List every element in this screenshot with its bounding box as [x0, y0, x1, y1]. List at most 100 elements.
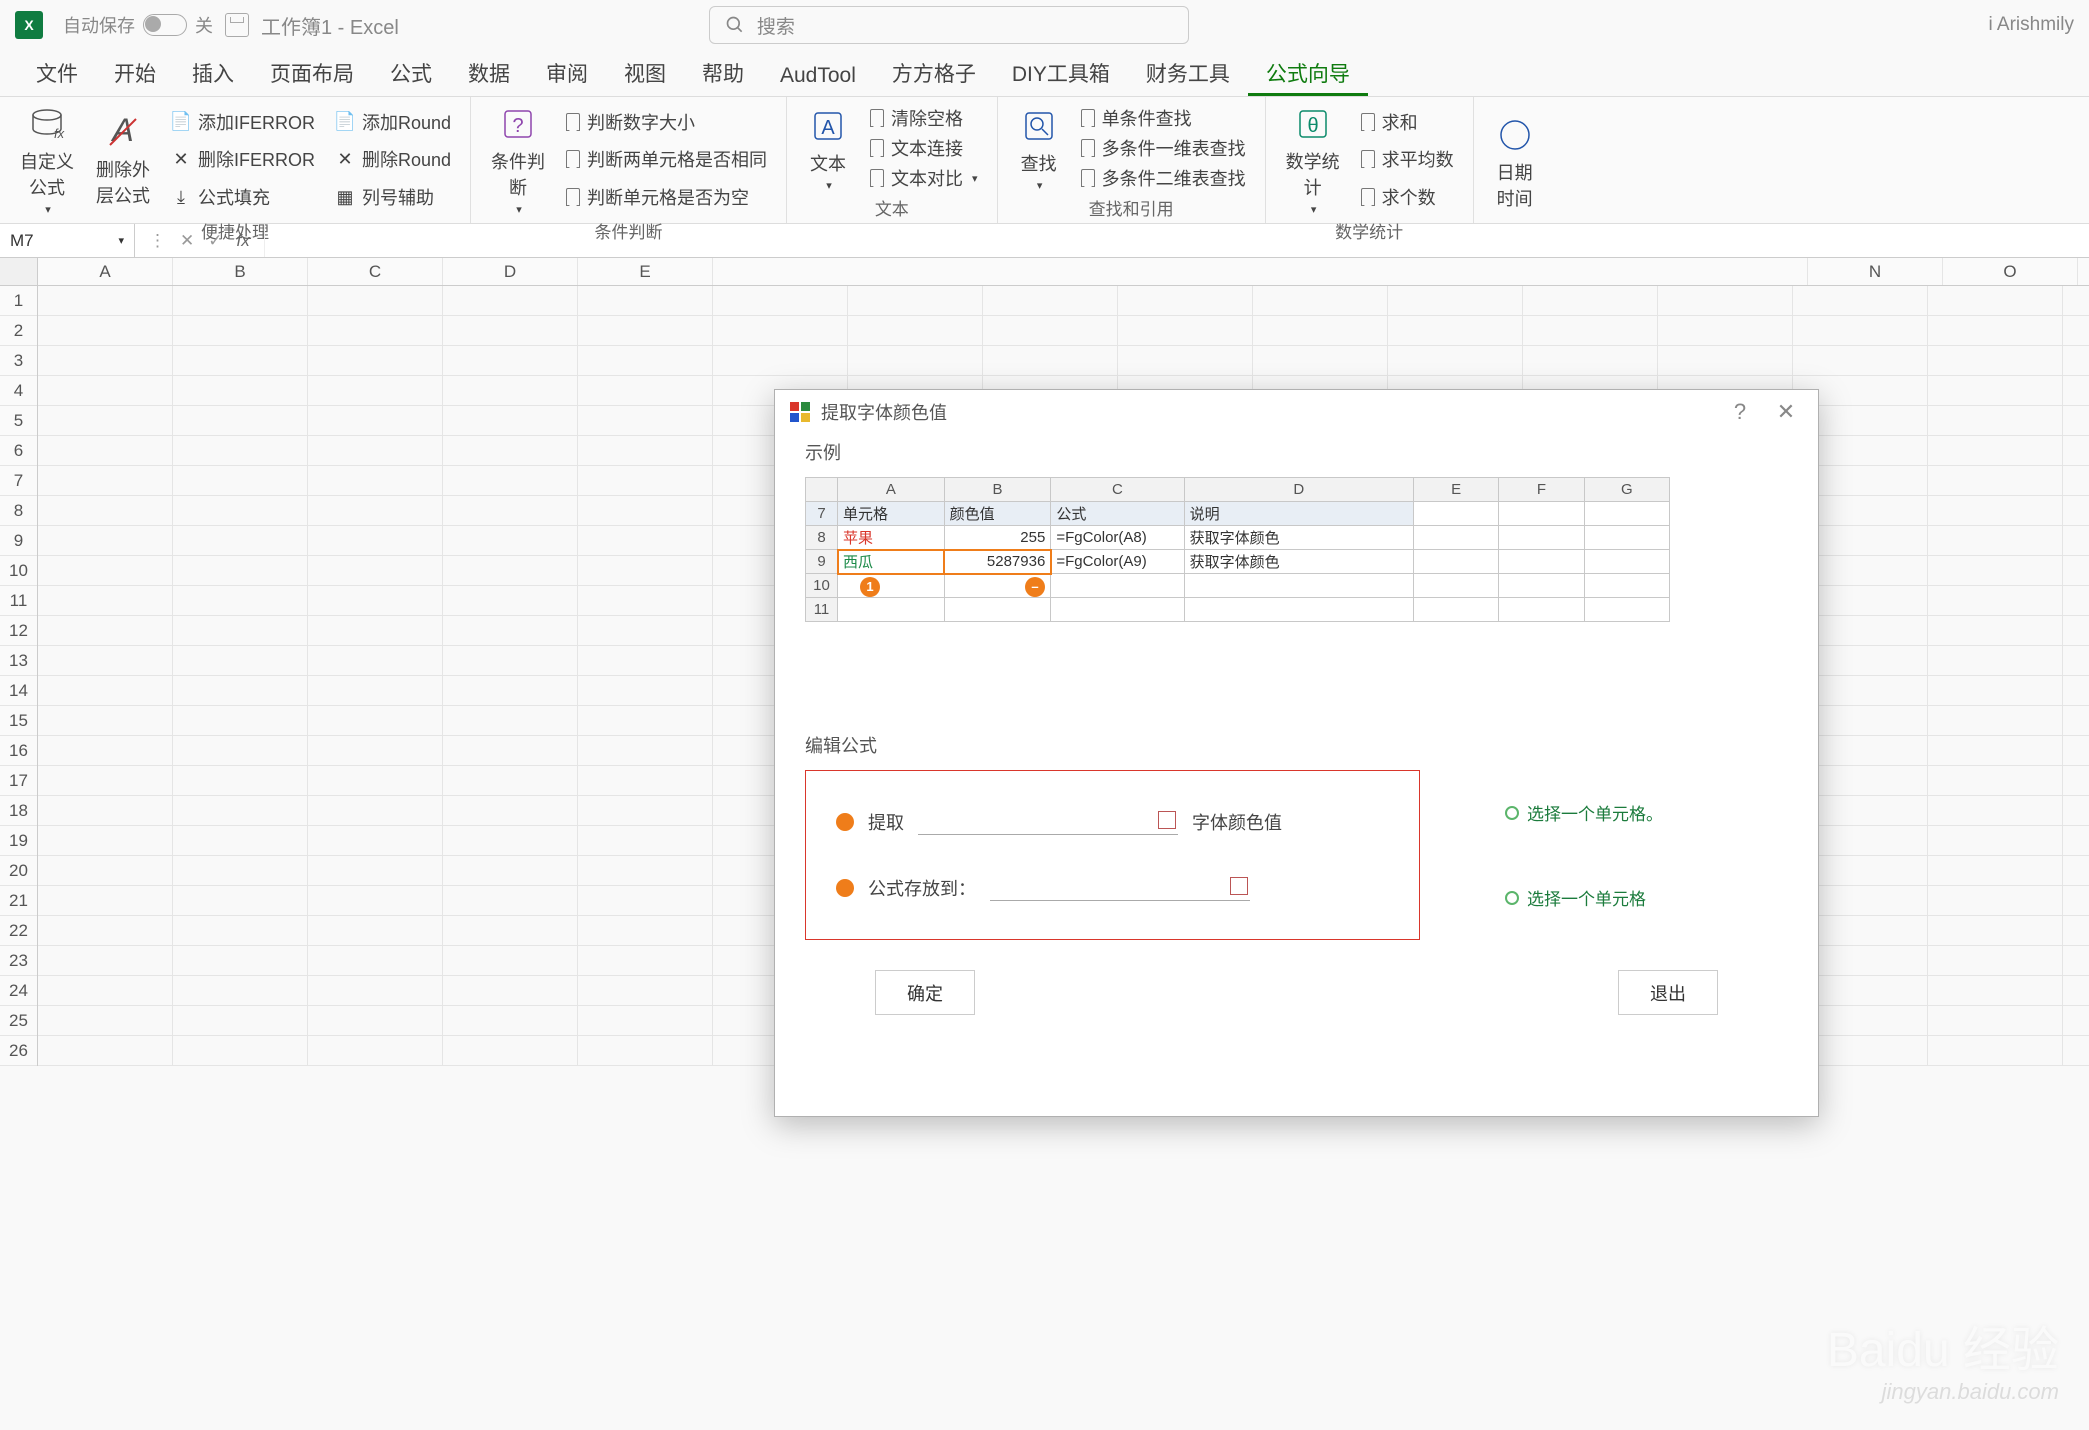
cell[interactable]	[1523, 346, 1658, 375]
cell[interactable]	[578, 856, 713, 885]
cell[interactable]	[1388, 316, 1523, 345]
cell[interactable]	[578, 466, 713, 495]
row-header[interactable]: 4	[0, 376, 37, 406]
cell[interactable]	[1793, 346, 1928, 375]
multi-2d-lookup-button[interactable]: 多条件二维表查找	[1076, 163, 1251, 193]
cell[interactable]	[173, 826, 308, 855]
cell[interactable]	[38, 616, 173, 645]
cell[interactable]	[1928, 1006, 2063, 1035]
cell[interactable]	[173, 406, 308, 435]
cell[interactable]	[578, 436, 713, 465]
cell[interactable]	[38, 826, 173, 855]
remove-outer-formula-button[interactable]: A 删除外 层公式	[90, 103, 156, 216]
math-button[interactable]: θ 数学统 计▾	[1280, 103, 1346, 216]
cell[interactable]	[578, 346, 713, 375]
row-header[interactable]: 18	[0, 796, 37, 826]
cell[interactable]	[38, 736, 173, 765]
row-header[interactable]: 14	[0, 676, 37, 706]
cell[interactable]	[38, 286, 173, 315]
autosave-toggle[interactable]: 自动保存 关	[63, 12, 213, 38]
cell[interactable]	[173, 616, 308, 645]
cell[interactable]	[578, 646, 713, 675]
range-picker-icon[interactable]	[1158, 811, 1176, 829]
cell[interactable]	[38, 496, 173, 525]
remove-iferror-button[interactable]: ✕删除IFERROR	[166, 144, 320, 174]
row-header[interactable]: 26	[0, 1036, 37, 1066]
judge-number-button[interactable]: 判断数字大小	[561, 107, 772, 137]
cell[interactable]	[578, 406, 713, 435]
range-picker-icon[interactable]	[1230, 877, 1248, 895]
cell[interactable]	[1928, 976, 2063, 1005]
cell[interactable]	[173, 916, 308, 945]
row-header[interactable]: 19	[0, 826, 37, 856]
add-round-button[interactable]: 📄添加Round	[330, 107, 456, 137]
row-header[interactable]: 15	[0, 706, 37, 736]
cell[interactable]	[1928, 646, 2063, 675]
clear-space-button[interactable]: 清除空格	[865, 103, 983, 133]
cell[interactable]	[308, 826, 443, 855]
cell[interactable]	[1928, 556, 2063, 585]
cell[interactable]	[308, 466, 443, 495]
tab-layout[interactable]: 页面布局	[252, 50, 372, 96]
condition-button[interactable]: ? 条件判 断▾	[485, 103, 551, 216]
cell[interactable]	[1928, 766, 2063, 795]
cell[interactable]	[308, 556, 443, 585]
text-concat-button[interactable]: 文本连接	[865, 133, 983, 163]
count-button[interactable]: 求个数	[1356, 182, 1459, 212]
cell[interactable]	[578, 766, 713, 795]
row-header[interactable]: 9	[0, 526, 37, 556]
cell[interactable]	[308, 436, 443, 465]
cell[interactable]	[578, 706, 713, 735]
tab-help[interactable]: 帮助	[684, 50, 762, 96]
cell[interactable]	[173, 316, 308, 345]
cell[interactable]	[173, 796, 308, 825]
cell[interactable]	[1928, 286, 2063, 315]
cell[interactable]	[173, 886, 308, 915]
cell[interactable]	[308, 916, 443, 945]
cell[interactable]	[983, 286, 1118, 315]
cell[interactable]	[443, 286, 578, 315]
cell[interactable]	[1928, 496, 2063, 525]
cell[interactable]	[38, 526, 173, 555]
cell[interactable]	[38, 766, 173, 795]
target-cell-input[interactable]	[990, 875, 1250, 901]
cell[interactable]	[443, 316, 578, 345]
remove-round-button[interactable]: ✕删除Round	[330, 144, 456, 174]
row-header[interactable]: 10	[0, 556, 37, 586]
cell[interactable]	[173, 556, 308, 585]
cell[interactable]	[1928, 376, 2063, 405]
cell[interactable]	[308, 316, 443, 345]
cell[interactable]	[38, 436, 173, 465]
row-header[interactable]: 2	[0, 316, 37, 346]
cell[interactable]	[578, 916, 713, 945]
row-header[interactable]: 7	[0, 466, 37, 496]
cell[interactable]	[38, 586, 173, 615]
cell[interactable]	[173, 976, 308, 1005]
cell[interactable]	[1928, 586, 2063, 615]
cell[interactable]	[1523, 316, 1658, 345]
row-header[interactable]: 23	[0, 946, 37, 976]
cell[interactable]	[308, 586, 443, 615]
cell[interactable]	[443, 946, 578, 975]
cell[interactable]	[308, 796, 443, 825]
cell[interactable]	[38, 1006, 173, 1035]
row-header[interactable]: 25	[0, 1006, 37, 1036]
cell[interactable]	[173, 766, 308, 795]
cell[interactable]	[578, 976, 713, 1005]
row-header[interactable]: 17	[0, 766, 37, 796]
cell[interactable]	[443, 466, 578, 495]
row-header[interactable]: 8	[0, 496, 37, 526]
col-header[interactable]: A	[38, 258, 173, 285]
cell[interactable]	[38, 346, 173, 375]
cell[interactable]	[443, 1036, 578, 1065]
col-header[interactable]: E	[578, 258, 713, 285]
cell[interactable]	[443, 376, 578, 405]
single-lookup-button[interactable]: 单条件查找	[1076, 103, 1251, 133]
cell[interactable]	[1928, 526, 2063, 555]
fx-icon[interactable]: fx	[237, 231, 250, 251]
tab-ffgz[interactable]: 方方格子	[874, 50, 994, 96]
custom-formula-button[interactable]: fx 自定义 公式▾	[14, 103, 80, 216]
cell[interactable]	[443, 646, 578, 675]
tab-view[interactable]: 视图	[606, 50, 684, 96]
cell[interactable]	[1928, 316, 2063, 345]
